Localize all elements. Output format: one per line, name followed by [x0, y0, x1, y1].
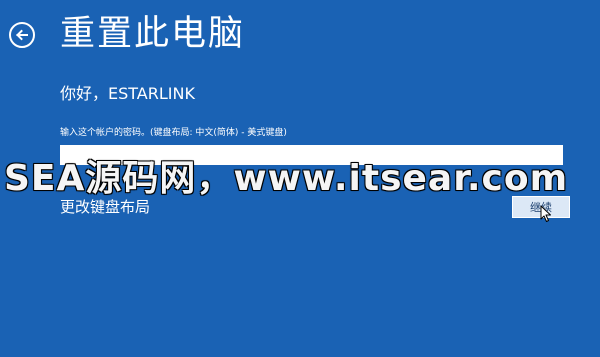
mouse-pointer-icon	[540, 205, 551, 222]
password-label: 输入这个帐户的密码。(键盘布局: 中文(简体) - 美式键盘)	[60, 128, 287, 138]
back-arrow-icon	[16, 29, 28, 41]
password-input[interactable]	[60, 145, 563, 165]
page-title: 重置此电脑	[60, 14, 246, 54]
greeting-text: 你好，ESTARLINK	[60, 84, 195, 103]
change-keyboard-layout-link[interactable]: 更改键盘布局	[60, 197, 150, 217]
back-button[interactable]	[9, 22, 35, 48]
